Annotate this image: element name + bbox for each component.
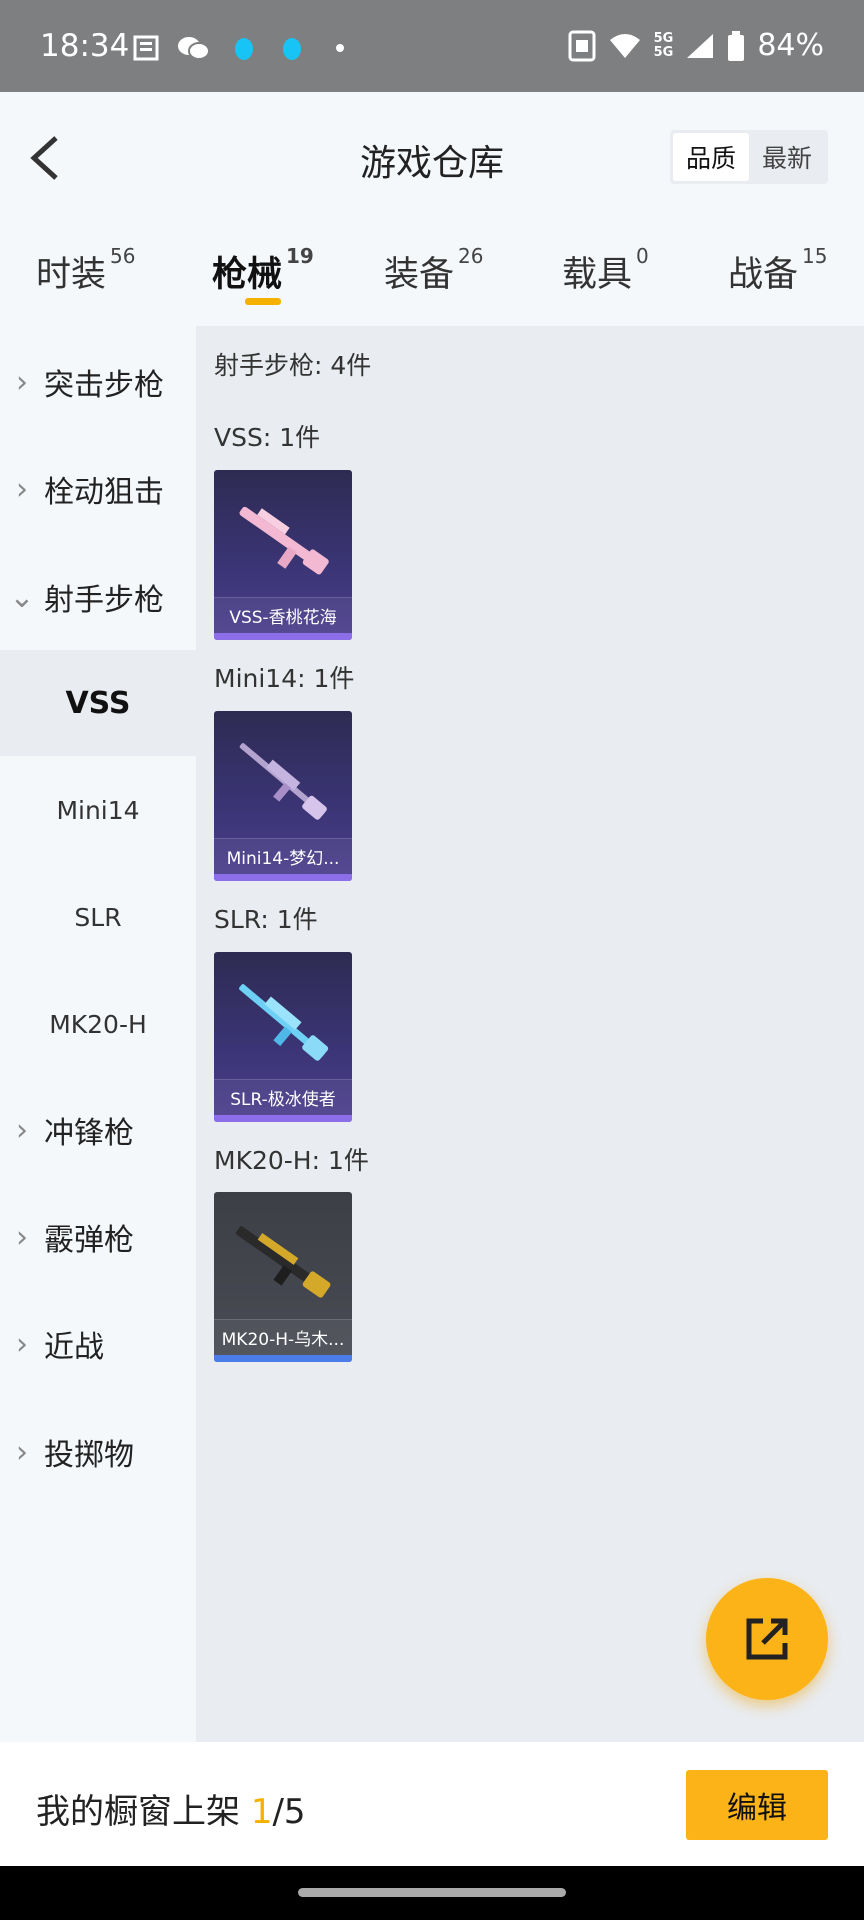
chevron-right-icon: › <box>16 471 28 507</box>
header: 游戏仓库 品质 最新 <box>0 92 864 222</box>
quality-bar <box>214 1355 352 1362</box>
rifle-icon <box>239 984 329 1061</box>
tab-vehicles[interactable]: 载具 0 <box>562 244 649 297</box>
drop-icon <box>283 38 301 60</box>
chevron-right-icon: › <box>16 1112 28 1148</box>
rifle-icon <box>239 743 327 820</box>
sort-latest-button[interactable]: 最新 <box>749 133 825 181</box>
content-panel: 射手步枪: 4件 VSS: 1件 VSS-香桃花海 Mini14: 1件 Min… <box>196 326 864 1742</box>
sidebar-item-bolt-sniper[interactable]: › 栓动狙击 <box>0 459 196 519</box>
item-name: MK20-H-乌木... <box>214 1319 352 1355</box>
chevron-right-icon: › <box>16 1326 28 1362</box>
drop-icon <box>235 38 253 60</box>
sidebar-sub-mini14[interactable]: Mini14 <box>0 757 196 863</box>
sort-quality-button[interactable]: 品质 <box>673 133 749 181</box>
group-label: SLR: 1件 <box>214 905 318 934</box>
item-name: Mini14-梦幻... <box>214 838 352 874</box>
tab-firearms[interactable]: 枪械 19 <box>212 244 314 297</box>
group-label: VSS: 1件 <box>214 423 321 452</box>
status-time: 18:34 <box>40 28 130 64</box>
edit-button[interactable]: 编辑 <box>686 1770 828 1840</box>
quality-bar <box>214 633 352 640</box>
rifle-icon <box>235 1226 331 1298</box>
sim-card-icon <box>568 30 596 61</box>
status-right: 5G 5G 84% <box>568 28 824 63</box>
tab-equipment[interactable]: 装备 26 <box>384 244 483 297</box>
chevron-down-icon: ⌄ <box>9 579 35 615</box>
section-heading: 射手步枪: 4件 <box>214 351 372 380</box>
sort-toggle: 品质 最新 <box>670 130 828 184</box>
share-icon <box>746 1618 788 1660</box>
group-label: MK20-H: 1件 <box>214 1146 369 1175</box>
status-bar: 18:34 5G 5G 84% <box>0 0 864 92</box>
item-card[interactable]: MK20-H-乌木... <box>214 1192 352 1362</box>
bottom-bar: 我的橱窗上架 1/5 编辑 <box>0 1742 864 1866</box>
rifle-icon <box>239 506 329 575</box>
network-type: 5G 5G <box>653 30 674 60</box>
share-button[interactable] <box>706 1578 828 1700</box>
item-name: VSS-香桃花海 <box>214 597 352 633</box>
dot-icon <box>336 44 344 52</box>
chevron-right-icon: › <box>16 1434 28 1470</box>
tab-supplies[interactable]: 战备 15 <box>728 244 827 297</box>
sidebar-sub-mk20h[interactable]: MK20-H <box>0 971 196 1077</box>
group-label: Mini14: 1件 <box>214 664 355 693</box>
notebook-icon <box>133 35 159 61</box>
sidebar-item-melee[interactable]: › 近战 <box>0 1314 196 1374</box>
sidebar-sub-vss[interactable]: VSS <box>0 650 196 756</box>
quality-bar <box>214 1115 352 1122</box>
chevron-right-icon: › <box>16 1219 28 1255</box>
category-tabs: 时装 56 枪械 19 装备 26 载具 0 战备 15 <box>0 222 864 326</box>
item-card[interactable]: Mini14-梦幻... <box>214 711 352 881</box>
quality-bar <box>214 874 352 881</box>
sidebar-item-assault-rifle[interactable]: › 突击步枪 <box>0 352 196 412</box>
sidebar-item-marksman-rifle[interactable]: ⌄ 射手步枪 <box>0 567 196 627</box>
sidebar-item-throwables[interactable]: › 投掷物 <box>0 1422 196 1482</box>
navigation-bar <box>0 1866 864 1920</box>
sidebar-sub-slr[interactable]: SLR <box>0 864 196 970</box>
item-card[interactable]: VSS-香桃花海 <box>214 470 352 640</box>
battery-icon <box>728 30 745 61</box>
item-name: SLR-极冰使者 <box>214 1079 352 1115</box>
sidebar-item-smg[interactable]: › 冲锋枪 <box>0 1100 196 1160</box>
battery-percent: 84% <box>757 28 824 63</box>
wifi-icon <box>609 33 640 58</box>
tab-fashion[interactable]: 时装 56 <box>36 244 135 297</box>
sidebar-item-shotgun[interactable]: › 霰弹枪 <box>0 1207 196 1267</box>
signal-icon <box>687 33 714 58</box>
wechat-icon <box>178 37 210 60</box>
chevron-right-icon: › <box>16 364 28 400</box>
showcase-status: 我的橱窗上架 1/5 <box>36 1792 306 1832</box>
item-card[interactable]: SLR-极冰使者 <box>214 952 352 1122</box>
active-tab-indicator <box>245 298 281 305</box>
sidebar: › 突击步枪 › 栓动狙击 ⌄ 射手步枪 VSS Mini14 SLR MK20-H … <box>0 326 196 1742</box>
home-handle[interactable] <box>298 1888 566 1897</box>
